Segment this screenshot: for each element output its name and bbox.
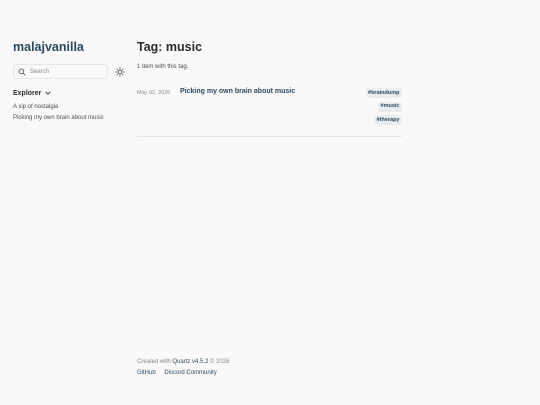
tag-link[interactable]: #therapy bbox=[374, 115, 402, 125]
search-icon bbox=[18, 68, 26, 75]
tag-link[interactable]: #braindump bbox=[365, 88, 402, 98]
sun-icon bbox=[115, 67, 125, 76]
search-button[interactable]: Search bbox=[13, 64, 108, 79]
explorer-list: A sip of nostalgia Picking my own brain … bbox=[13, 102, 125, 124]
entry-title-link[interactable]: Picking my own brain about music bbox=[180, 88, 295, 95]
explorer-item[interactable]: A sip of nostalgia bbox=[13, 102, 125, 113]
darkmode-toggle[interactable] bbox=[115, 67, 125, 77]
footer: Created with Quartz v4.5.2 © 2026 GitHub… bbox=[137, 357, 230, 379]
tag-link[interactable]: #music bbox=[378, 101, 402, 112]
page: malajvanilla Search Explorer A sip of no… bbox=[0, 0, 540, 405]
explorer-label: Explorer bbox=[13, 89, 42, 97]
chevron-down-icon bbox=[45, 91, 52, 95]
main-content: Tag: music 1 item with this tag. May 02,… bbox=[137, 38, 402, 125]
page-title: Tag: music bbox=[137, 40, 203, 54]
footer-created-prefix: Created with bbox=[137, 359, 173, 365]
explorer-toggle[interactable]: Explorer bbox=[13, 89, 125, 97]
divider bbox=[137, 136, 402, 137]
discord-link[interactable]: Discord Community bbox=[164, 370, 216, 376]
list-item: May 02, 2026 Picking my own brain about … bbox=[137, 88, 402, 125]
footer-created-suffix: © 2026 bbox=[208, 359, 230, 365]
sidebar: malajvanilla Search Explorer A sip of no… bbox=[13, 38, 125, 124]
entry-tags: #braindump #music #therapy bbox=[365, 88, 402, 129]
site-title-link[interactable]: malajvanilla bbox=[13, 38, 125, 56]
entry-date: May 02, 2026 bbox=[137, 90, 171, 96]
quartz-link[interactable]: Quartz v4.5.2 bbox=[172, 359, 208, 365]
footer-links: GitHub Discord Community bbox=[137, 368, 230, 379]
explorer-item[interactable]: Picking my own brain about music bbox=[13, 113, 125, 124]
footer-credit: Created with Quartz v4.5.2 © 2026 bbox=[137, 357, 230, 368]
search-placeholder: Search bbox=[30, 68, 50, 75]
search-row: Search bbox=[13, 64, 125, 79]
item-count: 1 item with this tag. bbox=[137, 64, 189, 70]
github-link[interactable]: GitHub bbox=[137, 370, 156, 376]
